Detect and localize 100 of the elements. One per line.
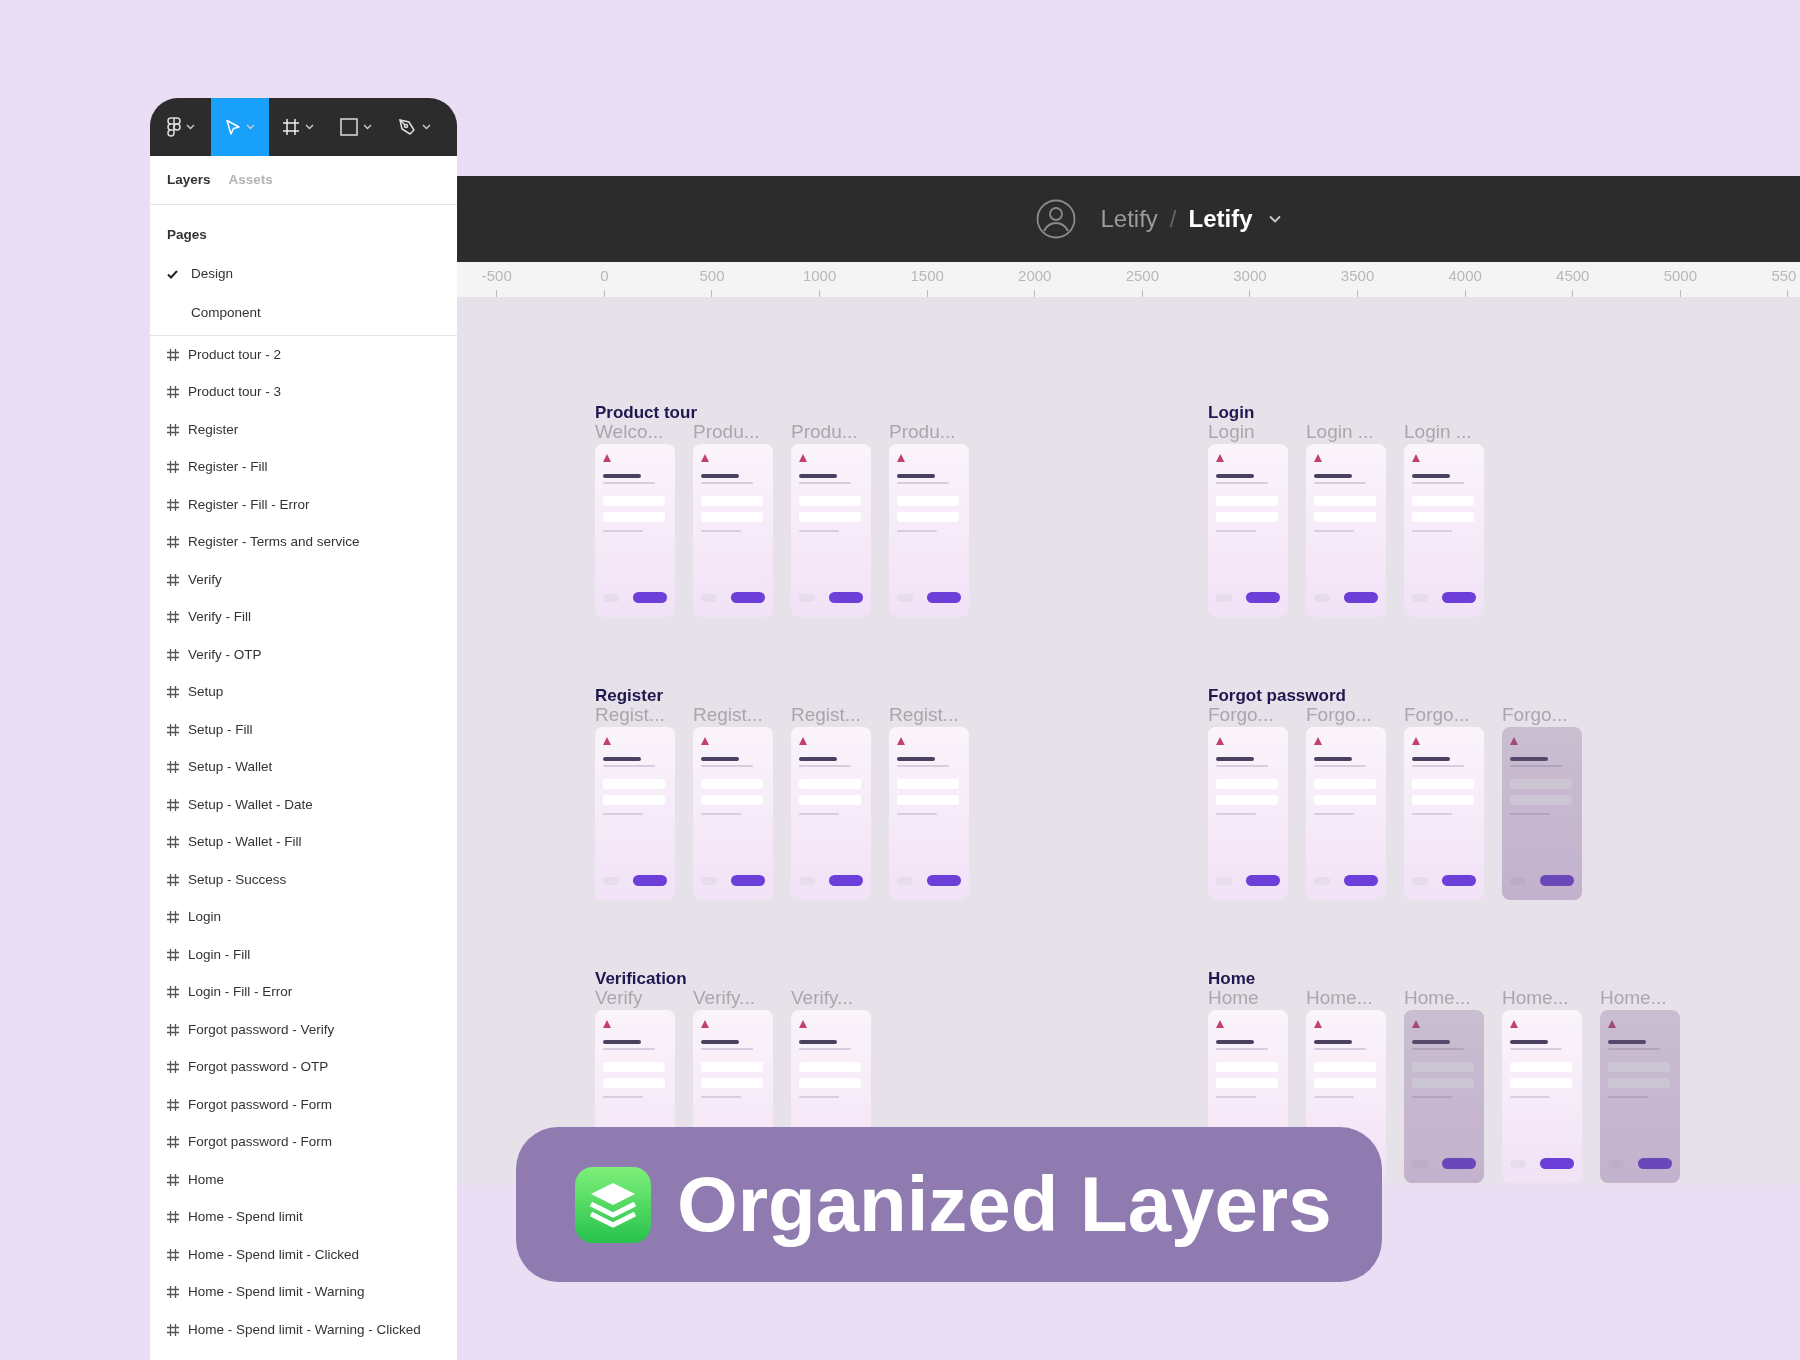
separator-slash: /	[1169, 204, 1177, 234]
layer-item[interactable]: Register - Fill - Error	[150, 486, 457, 524]
layer-item[interactable]: Login - Fill - Error	[150, 973, 457, 1011]
file-name-menu[interactable]: Letify	[1188, 201, 1281, 237]
caret-icon	[363, 124, 372, 130]
layer-item[interactable]: Home - Spend limit - Clicked	[150, 1236, 457, 1274]
layer-item[interactable]: Forgot password - Form	[150, 1086, 457, 1124]
ruler-label: 500	[699, 268, 725, 283]
layer-item[interactable]: Verify - Fill	[150, 598, 457, 636]
frame-label: Home...	[1404, 988, 1472, 1010]
hash-icon	[282, 118, 300, 136]
layer-item[interactable]: Home - Spend limit - Warning	[150, 1273, 457, 1311]
frame-icon	[167, 386, 179, 399]
frame-icon	[167, 1173, 179, 1186]
layer-item[interactable]: Setup	[150, 673, 457, 711]
frame-label: Regist...	[693, 705, 764, 727]
section-title: Forgot password	[1208, 687, 1347, 704]
ruler-label: 550	[1771, 268, 1797, 283]
square-icon	[340, 118, 358, 136]
cursor-icon	[225, 118, 241, 136]
frame-icon	[167, 423, 179, 436]
frame-icon	[167, 611, 179, 624]
chevron-down-icon	[1268, 215, 1281, 223]
layer-item[interactable]: Product tour - 2	[150, 336, 457, 374]
ruler-label: 4000	[1448, 268, 1482, 283]
layer-item[interactable]: Register - Terms and service	[150, 523, 457, 561]
frame-label: Home	[1208, 988, 1260, 1010]
frame-icon	[167, 1323, 179, 1336]
ruler-label: 0	[600, 268, 609, 283]
layer-item[interactable]: Verify	[150, 561, 457, 599]
layer-item[interactable]: Home - Spend limit	[150, 1198, 457, 1236]
frame-icon	[167, 948, 179, 961]
frame-icon	[167, 1136, 179, 1149]
ruler-label: 1500	[910, 268, 944, 283]
frame-icon	[167, 836, 179, 849]
layer-item[interactable]: Register - Fill	[150, 448, 457, 486]
section-title: Login	[1208, 404, 1256, 421]
layer-item[interactable]: Forgot password - OTP	[150, 1048, 457, 1086]
ruler-label: 2000	[1018, 268, 1052, 283]
ruler-label: 1000	[802, 268, 837, 283]
layers-icon	[575, 1166, 651, 1243]
layer-item[interactable]: Home	[150, 1161, 457, 1199]
frame-label: Login	[1208, 422, 1256, 444]
frame-label: Login ...	[1404, 422, 1473, 444]
layer-item[interactable]: Setup - Success	[150, 861, 457, 899]
avatar-icon	[1036, 199, 1077, 239]
frame-label: Regist...	[791, 705, 862, 727]
frame-icon	[167, 573, 179, 586]
frame-icon	[167, 873, 179, 886]
layer-item[interactable]: Register	[150, 411, 457, 449]
ruler-label: -500	[481, 268, 512, 283]
frame-icon	[167, 723, 179, 736]
frame-icon	[167, 1248, 179, 1261]
frame-icon	[167, 348, 179, 361]
frame-icon	[167, 761, 179, 774]
frame-label: Verify	[595, 988, 644, 1010]
layer-item[interactable]: Forgot password - Form	[150, 1123, 457, 1161]
page-item[interactable]: Design	[150, 255, 457, 294]
frame-icon	[167, 798, 179, 811]
pen-icon	[397, 118, 417, 136]
frame-icon	[167, 648, 179, 661]
ruler-label: 2500	[1125, 268, 1160, 283]
ruler-label: 4500	[1556, 268, 1590, 283]
frame-label: Produ...	[791, 422, 859, 444]
page-item[interactable]: Component	[150, 294, 457, 333]
panel-tab[interactable]: Layers	[167, 169, 211, 191]
frame-icon	[167, 686, 179, 699]
frame-label: Home...	[1600, 988, 1668, 1010]
frame-icon	[167, 986, 179, 999]
layer-item[interactable]: Setup - Fill	[150, 711, 457, 749]
logo-icon	[166, 116, 181, 138]
layer-item[interactable]: Forgot password - Verify	[150, 1011, 457, 1049]
frame-label: Produ...	[693, 422, 761, 444]
frame-icon	[167, 1098, 179, 1111]
ruler-label: 5000	[1663, 268, 1697, 283]
frame-label: Forgo...	[1306, 705, 1373, 727]
layer-item[interactable]: Login - Fill	[150, 936, 457, 974]
layer-item[interactable]: Home - Spend limit - Warning - Clicked	[150, 1311, 457, 1349]
frame-label: Verify...	[791, 988, 854, 1010]
layer-item[interactable]: Setup - Wallet - Date	[150, 786, 457, 824]
frame-label: Regist...	[595, 705, 666, 727]
frame-label: Forgo...	[1404, 705, 1471, 727]
frame-label: Forgo...	[1502, 705, 1569, 727]
caret-icon	[421, 124, 431, 130]
frame-icon	[167, 1061, 179, 1074]
layer-item[interactable]: Verify - OTP	[150, 636, 457, 674]
team-name: Letify	[1100, 204, 1158, 234]
frame-label: Regist...	[889, 705, 960, 727]
frame-label: Verify...	[693, 988, 756, 1010]
layer-item[interactable]: Product tour - 3	[150, 373, 457, 411]
frame-icon	[167, 461, 179, 474]
layer-item[interactable]: Setup - Wallet	[150, 748, 457, 786]
section-title: Home	[1208, 970, 1257, 987]
layer-item[interactable]: Setup - Wallet - Fill	[150, 823, 457, 861]
pages-heading: Pages	[166, 226, 208, 244]
frame-icon	[167, 1286, 179, 1299]
section-title: Product tour	[595, 404, 698, 421]
frame-label: Welco...	[595, 422, 665, 444]
frame-icon	[167, 1211, 179, 1224]
layer-item[interactable]: Login	[150, 898, 457, 936]
